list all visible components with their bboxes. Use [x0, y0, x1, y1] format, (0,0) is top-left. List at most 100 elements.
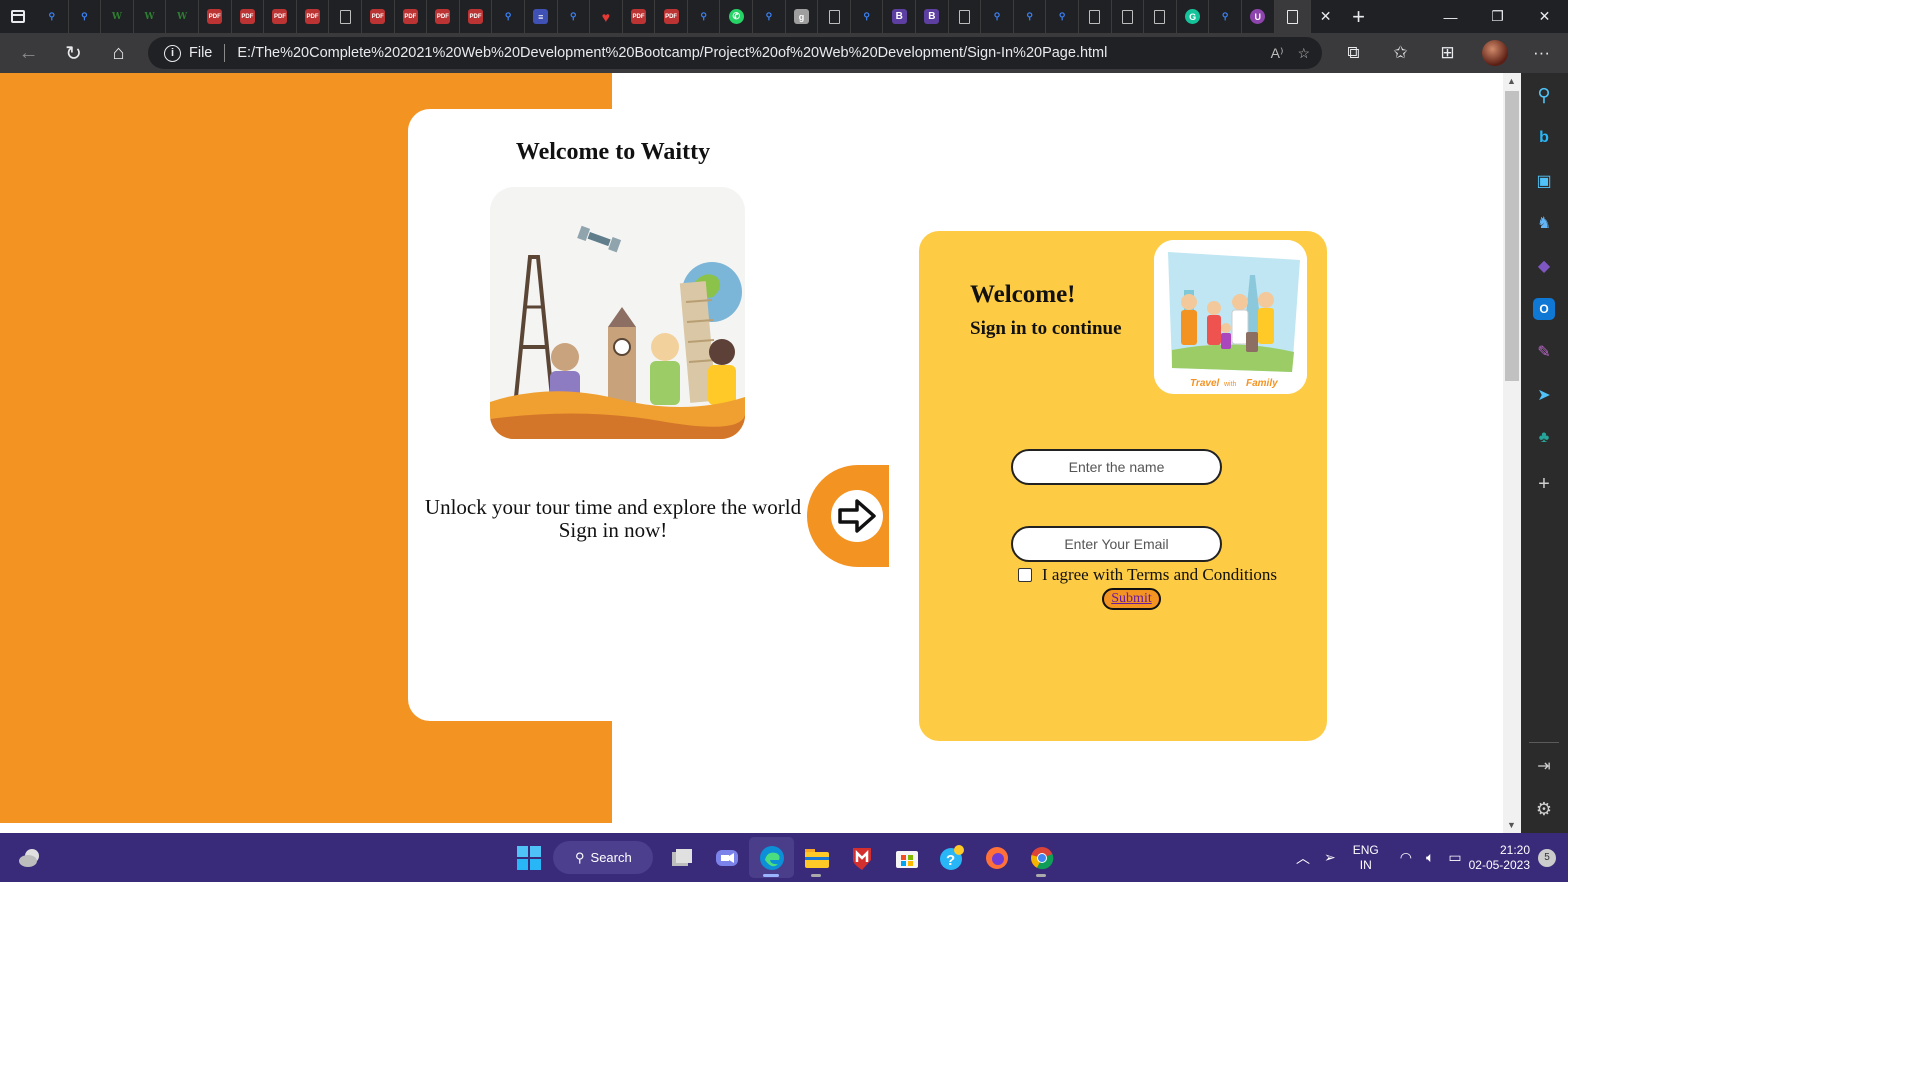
collections-icon[interactable]: ⊞ — [1424, 33, 1471, 73]
browser-tab[interactable]: PDF — [395, 0, 428, 33]
help-icon[interactable]: ? — [929, 837, 974, 878]
pdf-icon: PDF — [239, 9, 255, 24]
close-tab-button[interactable]: ✕ — [1311, 0, 1341, 33]
games-icon[interactable]: ♞ — [1533, 212, 1555, 234]
hide-sidebar-icon[interactable]: ⇥ — [1533, 755, 1555, 777]
edge-sidebar: ⚲ b ▣ ♞ ◆ O ✎ ➤ ♣ + ⇥ ⚙ — [1521, 73, 1568, 833]
browser-tab[interactable]: ⚲ — [69, 0, 102, 33]
tab-actions-button[interactable] — [0, 0, 36, 33]
tab-active[interactable] — [1274, 0, 1311, 33]
new-tab-button[interactable]: + — [1341, 0, 1377, 33]
address-bar[interactable]: i File E:/The%20Complete%202021%20Web%20… — [148, 37, 1322, 69]
browser-tab[interactable]: B — [916, 0, 949, 33]
notification-badge[interactable]: 5 — [1538, 848, 1556, 867]
settings-gear-icon[interactable]: ⚙ — [1533, 798, 1555, 820]
browser-tab[interactable] — [1079, 0, 1112, 33]
terms-checkbox[interactable] — [1018, 568, 1032, 582]
search-icon[interactable]: ⚲ — [1533, 84, 1555, 106]
task-view-icon[interactable] — [659, 837, 704, 878]
microsoft-store-icon[interactable] — [884, 837, 929, 878]
location-icon[interactable]: ➢ — [1317, 849, 1343, 866]
browser-tab[interactable]: ♥ — [590, 0, 623, 33]
send-icon[interactable]: ➤ — [1533, 384, 1555, 406]
browser-tab[interactable]: PDF — [427, 0, 460, 33]
restore-button[interactable]: ❐ — [1474, 0, 1521, 33]
back-button[interactable]: ← — [6, 33, 51, 73]
copilot-icon[interactable]: ◆ — [1533, 255, 1555, 277]
browser-tab[interactable]: W — [166, 0, 199, 33]
add-icon[interactable]: + — [1533, 473, 1555, 495]
browser-tab[interactable] — [1144, 0, 1177, 33]
add-favorite-icon[interactable]: ☆ — [1297, 45, 1310, 62]
browser-tab[interactable]: ⚲ — [753, 0, 786, 33]
browser-tab[interactable] — [949, 0, 982, 33]
browser-tab[interactable]: W — [134, 0, 167, 33]
browser-tab[interactable]: ⚲ — [851, 0, 884, 33]
tree-icon[interactable]: ♣ — [1533, 427, 1555, 449]
browser-tab[interactable]: ⚲ — [1209, 0, 1242, 33]
show-hidden-icons-chevron-icon[interactable]: ︿ — [1289, 848, 1317, 868]
browser-tab[interactable]: ⚲ — [36, 0, 69, 33]
browser-tab[interactable]: PDF — [232, 0, 265, 33]
designer-icon[interactable]: ✎ — [1533, 341, 1555, 363]
clock[interactable]: 21:20 02-05-2023 — [1469, 843, 1538, 873]
browser-tab[interactable] — [329, 0, 362, 33]
browser-tab[interactable]: W — [101, 0, 134, 33]
shopping-icon[interactable]: ▣ — [1533, 170, 1555, 192]
browser-tab[interactable]: ⚲ — [1014, 0, 1047, 33]
browser-tab[interactable]: ⚲ — [981, 0, 1014, 33]
browser-tab[interactable]: PDF — [655, 0, 688, 33]
edge-taskbar-icon[interactable] — [749, 837, 794, 878]
close-window-button[interactable]: ✕ — [1521, 0, 1568, 33]
email-input[interactable] — [1011, 526, 1222, 562]
teams-chat-icon[interactable] — [704, 837, 749, 878]
browser-tab[interactable]: PDF — [297, 0, 330, 33]
browser-tab[interactable] — [1112, 0, 1145, 33]
refresh-button[interactable]: ↻ — [51, 33, 96, 73]
scrollbar-thumb[interactable] — [1505, 91, 1519, 381]
browser-tab[interactable]: ⚲ — [558, 0, 591, 33]
browser-tab[interactable] — [818, 0, 851, 33]
scroll-up-arrow[interactable]: ▲ — [1507, 76, 1516, 86]
extensions-icon[interactable]: ⧉ — [1330, 33, 1377, 73]
browser-tab[interactable]: ≡ — [525, 0, 558, 33]
file-explorer-icon[interactable] — [794, 837, 839, 878]
browser-tab[interactable]: U — [1242, 0, 1275, 33]
minimize-button[interactable]: — — [1427, 0, 1474, 33]
chrome-icon[interactable] — [1019, 837, 1064, 878]
info-icon[interactable]: i — [164, 44, 181, 62]
profile-button[interactable] — [1471, 33, 1518, 73]
browser-tab[interactable]: G — [1177, 0, 1210, 33]
mcafee-icon[interactable] — [839, 837, 884, 878]
scroll-down-arrow[interactable]: ▼ — [1507, 820, 1516, 830]
volume-icon[interactable]: 🔈︎ — [1419, 849, 1441, 866]
bing-icon[interactable]: b — [1533, 127, 1555, 149]
browser-tab[interactable]: ✆ — [720, 0, 754, 33]
browser-tab[interactable]: PDF — [623, 0, 656, 33]
browser-tab[interactable]: PDF — [199, 0, 232, 33]
browser-tab[interactable]: PDF — [264, 0, 297, 33]
browser-tab[interactable]: g — [786, 0, 819, 33]
browser-tab[interactable]: ⚲ — [1046, 0, 1079, 33]
favorites-icon[interactable]: ✩ — [1377, 33, 1424, 73]
submit-button[interactable]: Submit — [1102, 588, 1161, 610]
language-indicator[interactable]: ENG IN — [1343, 843, 1393, 873]
url-text[interactable]: E:/The%20Complete%202021%20Web%20Develop… — [237, 45, 1107, 61]
browser-tab[interactable]: B — [883, 0, 917, 33]
home-button[interactable]: ⌂ — [96, 33, 141, 73]
battery-icon[interactable]: ▭ — [1441, 849, 1468, 866]
browser-tab[interactable]: ⚲ — [688, 0, 721, 33]
browser-tab[interactable]: PDF — [460, 0, 493, 33]
outlook-icon[interactable]: O — [1533, 298, 1555, 320]
more-menu-icon[interactable]: ··· — [1518, 33, 1565, 73]
page-scrollbar[interactable]: ▲ ▼ — [1503, 73, 1521, 833]
read-aloud-icon[interactable]: A⁾ — [1271, 45, 1284, 62]
name-input[interactable] — [1011, 449, 1222, 485]
wifi-icon[interactable]: ◠ — [1393, 849, 1419, 866]
firefox-icon[interactable] — [974, 837, 1019, 878]
browser-tab[interactable]: ⚲ — [492, 0, 525, 33]
taskbar-search[interactable]: ⚲ Search — [553, 841, 653, 874]
start-button[interactable] — [506, 837, 551, 878]
browser-tab[interactable]: PDF — [362, 0, 395, 33]
weather-icon[interactable] — [18, 847, 42, 869]
